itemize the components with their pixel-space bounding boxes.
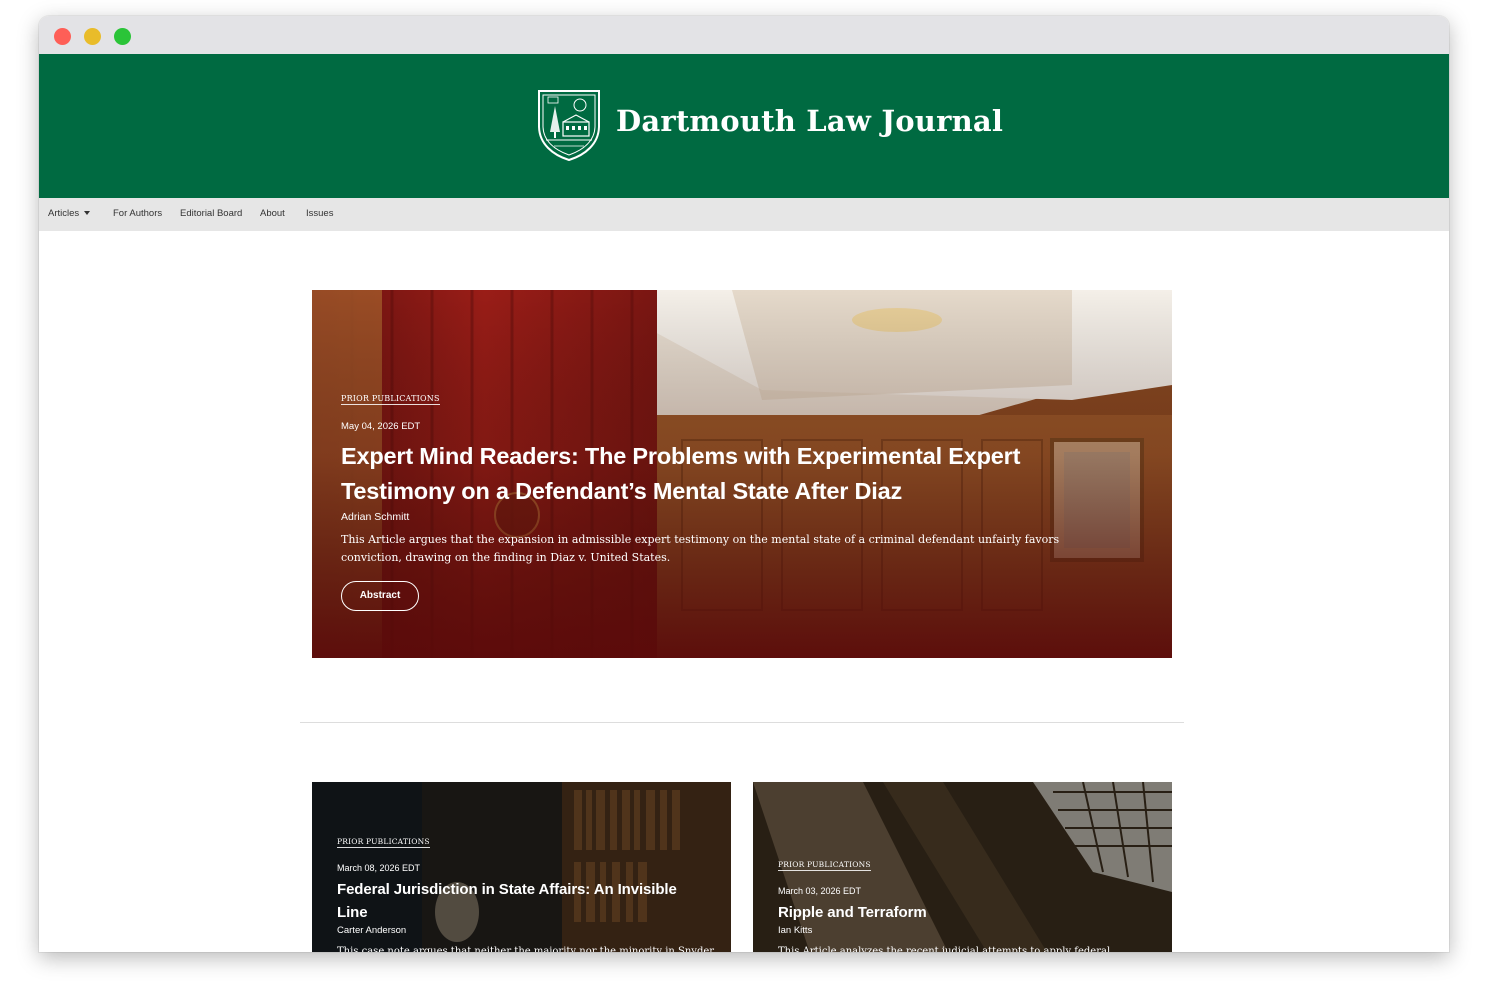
article-card[interactable]: PRIOR PUBLICATIONS March 03, 2026 EDT Ri… bbox=[753, 782, 1172, 952]
site-masthead: Dartmouth Law Journal bbox=[39, 54, 1449, 198]
section-divider bbox=[300, 722, 1184, 723]
close-window-button[interactable] bbox=[54, 28, 71, 45]
main-nav: Articles For Authors Editorial Board Abo… bbox=[39, 198, 1449, 231]
article-card[interactable]: PRIOR PUBLICATIONS March 08, 2026 EDT Fe… bbox=[312, 782, 731, 952]
browser-window: Dartmouth Law Journal Articles For Autho… bbox=[39, 16, 1449, 952]
featured-article-title[interactable]: Expert Mind Readers: The Problems with E… bbox=[341, 439, 1101, 509]
category-tag[interactable]: PRIOR PUBLICATIONS bbox=[337, 837, 430, 848]
featured-article[interactable]: PRIOR PUBLICATIONS May 04, 2026 EDT Expe… bbox=[312, 290, 1172, 658]
maximize-window-button[interactable] bbox=[114, 28, 131, 45]
site-title[interactable]: Dartmouth Law Journal bbox=[616, 104, 1003, 138]
featured-article-content: PRIOR PUBLICATIONS May 04, 2026 EDT Expe… bbox=[341, 388, 1101, 611]
article-summary: This Article argues that the expansion i… bbox=[341, 533, 1060, 564]
publish-date: May 04, 2026 EDT bbox=[341, 421, 421, 432]
category-tag[interactable]: PRIOR PUBLICATIONS bbox=[341, 394, 440, 405]
abstract-button[interactable]: Abstract bbox=[341, 581, 419, 611]
dartmouth-shield-icon[interactable] bbox=[536, 88, 602, 162]
minimize-window-button[interactable] bbox=[84, 28, 101, 45]
nav-articles[interactable]: Articles bbox=[48, 208, 91, 219]
article-title[interactable]: Ripple and Terraform bbox=[778, 901, 1148, 924]
nav-for-authors[interactable]: For Authors bbox=[113, 208, 162, 219]
nav-articles-label: Articles bbox=[48, 208, 80, 219]
article-summary: This Article analyzes the recent judicia… bbox=[778, 946, 1111, 952]
article-card-content: PRIOR PUBLICATIONS March 08, 2026 EDT Fe… bbox=[337, 831, 715, 952]
window-titlebar bbox=[39, 16, 1449, 54]
author-name[interactable]: Ian Kitts bbox=[778, 925, 1148, 936]
author-name[interactable]: Adrian Schmitt bbox=[341, 511, 1101, 523]
chevron-down-icon bbox=[84, 211, 91, 216]
article-card-content: PRIOR PUBLICATIONS March 03, 2026 EDT Ri… bbox=[778, 854, 1148, 952]
nav-editorial-board[interactable]: Editorial Board bbox=[180, 208, 242, 219]
publish-date: March 08, 2026 EDT bbox=[337, 863, 421, 873]
publish-date: March 03, 2026 EDT bbox=[778, 886, 862, 896]
article-summary: This case note argues that neither the m… bbox=[337, 946, 715, 952]
author-name[interactable]: Carter Anderson bbox=[337, 925, 707, 936]
category-tag[interactable]: PRIOR PUBLICATIONS bbox=[778, 860, 871, 871]
article-title[interactable]: Federal Jurisdiction in State Affairs: A… bbox=[337, 878, 707, 924]
nav-issues[interactable]: Issues bbox=[306, 208, 333, 219]
nav-about[interactable]: About bbox=[260, 208, 285, 219]
